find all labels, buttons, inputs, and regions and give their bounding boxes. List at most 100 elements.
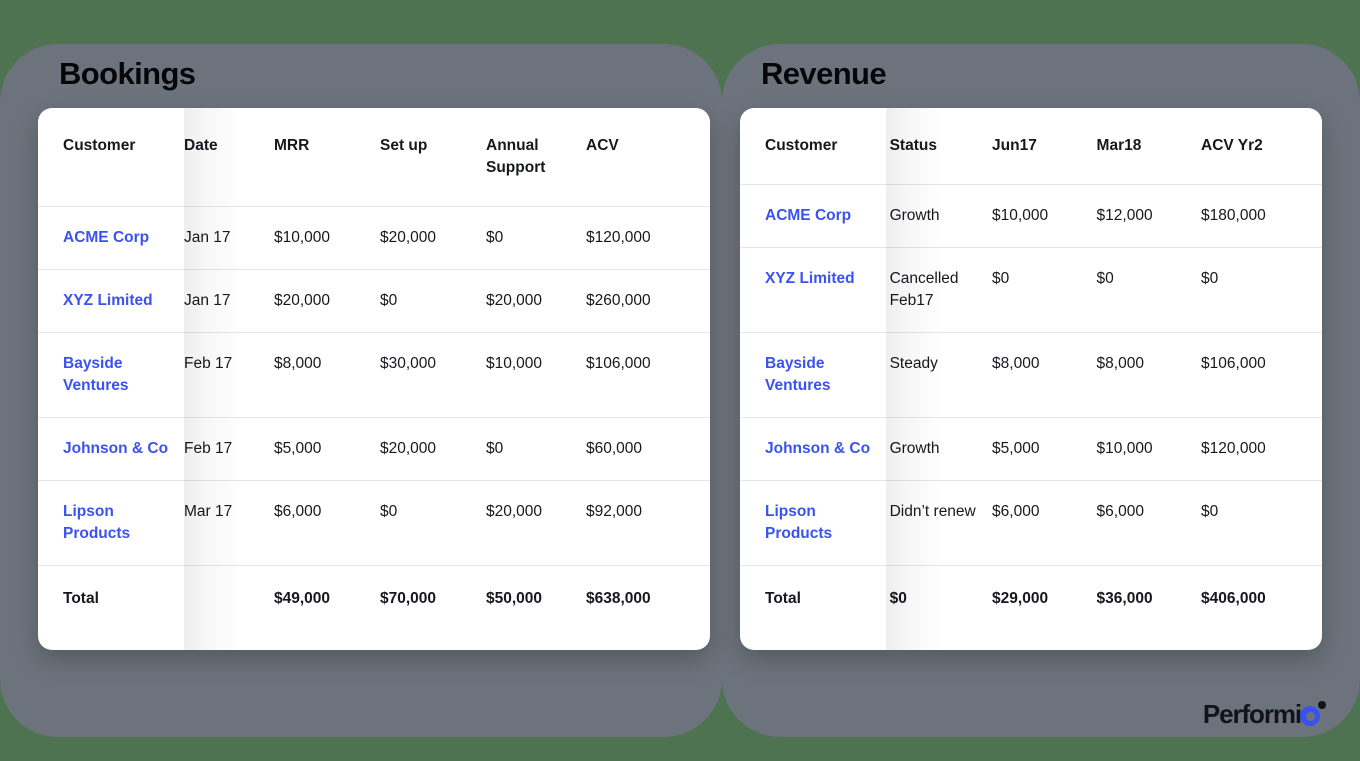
cell-mar18: $0 bbox=[1096, 247, 1202, 333]
cell-support: $0 bbox=[486, 417, 586, 481]
cell-status: Steady bbox=[889, 332, 993, 418]
total-mrr: $49,000 bbox=[274, 590, 331, 607]
bookings-col-mrr[interactable]: MRR bbox=[274, 108, 380, 207]
cell-status: Cancelled Feb17 bbox=[889, 247, 993, 333]
revenue-col-jun17[interactable]: Jun17 bbox=[992, 108, 1097, 185]
cell-status: Growth bbox=[889, 417, 993, 481]
revenue-col-customer[interactable]: Customer bbox=[740, 108, 890, 185]
table-row: Johnson & Co Feb 17 $5,000 $20,000 $0 $6… bbox=[38, 417, 710, 481]
cell-acv: $120,000 bbox=[586, 206, 710, 270]
cell-support: $0 bbox=[486, 206, 586, 270]
revenue-col-mar18[interactable]: Mar18 bbox=[1096, 108, 1202, 185]
cell-date: Jan 17 bbox=[184, 269, 274, 333]
customer-link[interactable]: Bayside Ventures bbox=[38, 332, 184, 418]
cell-acv-yr2: $106,000 bbox=[1201, 332, 1322, 418]
customer-link[interactable]: Lipson Products bbox=[38, 480, 184, 566]
bookings-table: Customer Date MRR Set up Annual Support … bbox=[38, 108, 710, 650]
cell-setup: $30,000 bbox=[380, 332, 486, 418]
revenue-col-acv-yr2[interactable]: ACV Yr2 bbox=[1201, 108, 1322, 185]
performio-o-mark bbox=[1300, 701, 1326, 727]
cell-support: $10,000 bbox=[486, 332, 586, 418]
revenue-total-row: Total $0 $29,000 $36,000 $406,000 bbox=[740, 566, 1322, 651]
cell-jun17: $5,000 bbox=[992, 417, 1097, 481]
customer-link[interactable]: Johnson & Co bbox=[38, 417, 184, 481]
revenue-col-status[interactable]: Status bbox=[889, 108, 993, 185]
table-header-row: Customer Date MRR Set up Annual Support … bbox=[38, 108, 710, 207]
total-acv-yr2: $406,000 bbox=[1201, 590, 1266, 607]
cell-jun17: $6,000 bbox=[992, 480, 1097, 566]
revenue-table-body: ACME Corp Growth $10,000 $12,000 $180,00… bbox=[740, 184, 1322, 651]
cell-support: $20,000 bbox=[486, 480, 586, 566]
table-row: ACME Corp Growth $10,000 $12,000 $180,00… bbox=[740, 184, 1322, 248]
table-row: Lipson Products Didn’t renew $6,000 $6,0… bbox=[740, 480, 1322, 566]
cell-mar18: $6,000 bbox=[1096, 480, 1202, 566]
cell-mar18: $10,000 bbox=[1096, 417, 1202, 481]
cell-mar18: $8,000 bbox=[1096, 332, 1202, 418]
table-row: ACME Corp Jan 17 $10,000 $20,000 $0 $120… bbox=[38, 206, 710, 270]
table-row: Johnson & Co Growth $5,000 $10,000 $120,… bbox=[740, 417, 1322, 481]
cell-date: Feb 17 bbox=[184, 417, 274, 481]
cell-date: Feb 17 bbox=[184, 332, 274, 418]
customer-link[interactable]: Johnson & Co bbox=[740, 417, 890, 481]
cell-date: Mar 17 bbox=[184, 480, 274, 566]
cell-setup: $0 bbox=[380, 480, 486, 566]
table-header-row: Customer Status Jun17 Mar18 ACV Yr2 bbox=[740, 108, 1322, 185]
bookings-col-date[interactable]: Date bbox=[184, 108, 274, 207]
cell-mrr: $10,000 bbox=[274, 206, 380, 270]
performio-logo: Performi bbox=[1203, 699, 1326, 729]
cell-acv-yr2: $180,000 bbox=[1201, 184, 1322, 248]
revenue-table: Customer Status Jun17 Mar18 ACV Yr2 ACME… bbox=[740, 108, 1322, 650]
bookings-total-row: Total $49,000 $70,000 $50,000 $638,000 bbox=[38, 566, 710, 651]
cell-mrr: $8,000 bbox=[274, 332, 380, 418]
bookings-col-support[interactable]: Annual Support bbox=[486, 108, 586, 207]
cell-acv-yr2: $0 bbox=[1201, 480, 1322, 566]
table-row: XYZ Limited Jan 17 $20,000 $0 $20,000 $2… bbox=[38, 269, 710, 333]
cell-mar18: $12,000 bbox=[1096, 184, 1202, 248]
customer-link[interactable]: Lipson Products bbox=[740, 480, 890, 566]
total-acv: $638,000 bbox=[586, 590, 651, 607]
logo-wordmark: Performi bbox=[1202, 699, 1302, 729]
total-label: Total bbox=[765, 590, 801, 607]
cell-setup: $0 bbox=[380, 269, 486, 333]
customer-link[interactable]: XYZ Limited bbox=[740, 247, 890, 333]
cell-status: Didn’t renew bbox=[889, 480, 993, 566]
bookings-col-customer[interactable]: Customer bbox=[38, 108, 184, 207]
revenue-section: Revenue Customer Status Jun17 Mar18 ACV … bbox=[740, 56, 1322, 650]
bookings-table-body: ACME Corp Jan 17 $10,000 $20,000 $0 $120… bbox=[38, 206, 710, 651]
bookings-col-acv[interactable]: ACV bbox=[586, 108, 710, 207]
cell-mrr: $6,000 bbox=[274, 480, 380, 566]
cell-jun17: $0 bbox=[992, 247, 1097, 333]
total-support: $50,000 bbox=[486, 590, 543, 607]
revenue-title: Revenue bbox=[761, 56, 887, 91]
cell-jun17: $8,000 bbox=[992, 332, 1097, 418]
cell-acv-yr2: $120,000 bbox=[1201, 417, 1322, 481]
cell-date: Jan 17 bbox=[184, 206, 274, 270]
bookings-card: Customer Date MRR Set up Annual Support … bbox=[38, 108, 710, 650]
total-status: $0 bbox=[889, 590, 907, 607]
cell-jun17: $10,000 bbox=[992, 184, 1097, 248]
cell-status: Growth bbox=[889, 184, 993, 248]
cell-mrr: $5,000 bbox=[274, 417, 380, 481]
total-setup: $70,000 bbox=[380, 590, 437, 607]
table-row: Bayside Ventures Steady $8,000 $8,000 $1… bbox=[740, 332, 1322, 418]
cell-support: $20,000 bbox=[486, 269, 586, 333]
revenue-table-head: Customer Status Jun17 Mar18 ACV Yr2 bbox=[740, 108, 1322, 185]
bookings-col-setup[interactable]: Set up bbox=[380, 108, 486, 207]
bookings-table-head: Customer Date MRR Set up Annual Support … bbox=[38, 108, 710, 207]
cell-acv: $92,000 bbox=[586, 480, 710, 566]
table-row: XYZ Limited Cancelled Feb17 $0 $0 $0 bbox=[740, 247, 1322, 333]
bookings-title: Bookings bbox=[59, 56, 196, 91]
customer-link[interactable]: Bayside Ventures bbox=[740, 332, 890, 418]
total-date bbox=[184, 566, 274, 651]
customer-link[interactable]: ACME Corp bbox=[38, 206, 184, 270]
total-mar18: $36,000 bbox=[1096, 590, 1153, 607]
revenue-card: Customer Status Jun17 Mar18 ACV Yr2 ACME… bbox=[740, 108, 1322, 650]
customer-link[interactable]: ACME Corp bbox=[740, 184, 890, 248]
cell-acv: $260,000 bbox=[586, 269, 710, 333]
total-jun17: $29,000 bbox=[992, 590, 1049, 607]
table-row: Bayside Ventures Feb 17 $8,000 $30,000 $… bbox=[38, 332, 710, 418]
cell-acv: $60,000 bbox=[586, 417, 710, 481]
customer-link[interactable]: XYZ Limited bbox=[38, 269, 184, 333]
cell-setup: $20,000 bbox=[380, 417, 486, 481]
cell-setup: $20,000 bbox=[380, 206, 486, 270]
